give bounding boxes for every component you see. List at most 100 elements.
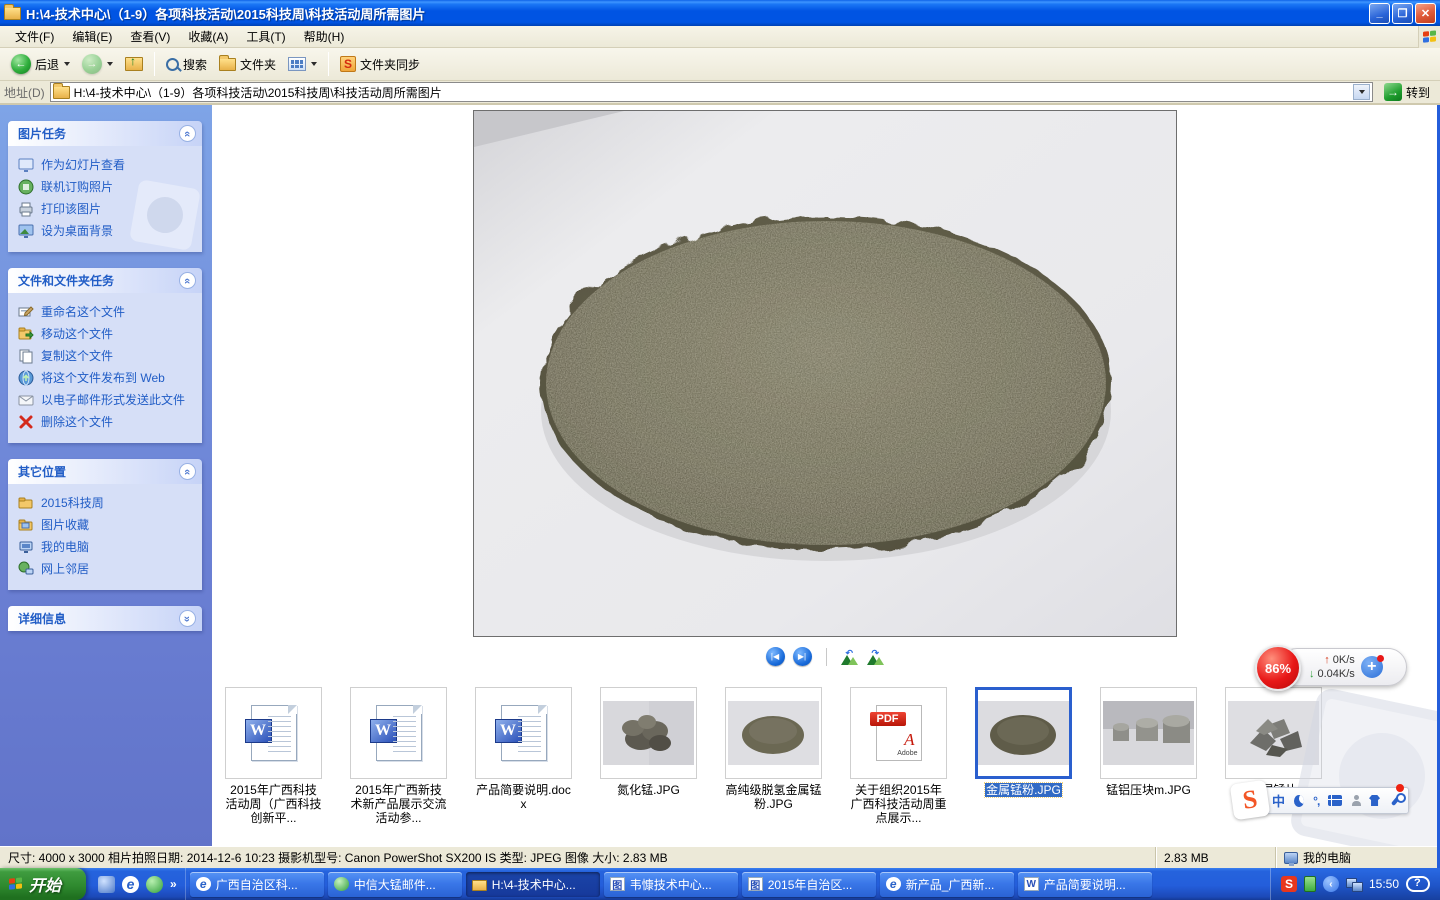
skin-icon[interactable] (1369, 795, 1380, 806)
file-item-photo-cylinders[interactable]: 锰铝压块m.JPG (1100, 687, 1197, 797)
other-places-title: 其它位置 (18, 463, 179, 480)
forward-button[interactable]: → (77, 51, 118, 77)
file-item-doc3[interactable]: W 产品简要说明.docx (475, 687, 572, 811)
file-label[interactable]: 锰铝压块m.JPG (1100, 783, 1197, 797)
sogou-logo-icon[interactable]: S (1230, 780, 1271, 821)
quick-launch-overflow-icon[interactable]: » (170, 877, 177, 891)
sogou-tray-icon[interactable]: S (1281, 876, 1297, 892)
restore-button[interactable]: ❐ (1392, 3, 1413, 24)
menu-help[interactable]: 帮助(H) (295, 25, 354, 48)
preview-image[interactable] (473, 110, 1177, 637)
taskbar-button-word[interactable]: W 产品简要说明... (1018, 872, 1152, 897)
sogou-ime-toolbar[interactable]: S 中 °, (1237, 787, 1409, 814)
clock[interactable]: 15:50 (1369, 877, 1399, 891)
file-label[interactable]: 关于组织2015年广西科技活动周重点展示... (850, 783, 947, 825)
place-network[interactable]: 网上邻居 (16, 558, 196, 580)
place-my-computer[interactable]: 我的电脑 (16, 536, 196, 558)
task-move-file[interactable]: 移动这个文件 (16, 323, 196, 345)
quick-launch-browser-icon[interactable] (146, 876, 163, 893)
usb-device-icon[interactable] (1304, 876, 1316, 892)
task-publish-web[interactable]: 将这个文件发布到 Web (16, 367, 196, 389)
taskbar-button-mail[interactable]: 中信大锰邮件... (328, 872, 462, 897)
search-button[interactable]: 搜索 (161, 53, 212, 76)
accelerate-plus-icon[interactable]: + (1361, 656, 1383, 678)
back-button[interactable]: ← 后退 (6, 51, 75, 77)
picture-tasks-header[interactable]: 图片任务 « (8, 121, 202, 146)
file-item-doc1[interactable]: W 2015年广西科技活动周（广西科技创新平... (225, 687, 322, 825)
settings-wrench-icon[interactable] (1389, 794, 1400, 807)
folder-sync-button[interactable]: S 文件夹同步 (335, 53, 425, 76)
taskbar-button-ie2[interactable]: e 新产品_广西新... (880, 872, 1014, 897)
other-places-header[interactable]: 其它位置 « (8, 459, 202, 484)
speed-monitor-widget[interactable]: 86% ↑0K/s ↓0.04K/s + (1278, 648, 1407, 686)
file-item-photo-powder1[interactable]: 高纯级脱氢金属锰粉.JPG (725, 687, 822, 811)
forward-dropdown-icon[interactable] (107, 62, 113, 66)
taskbar-button-ie1[interactable]: e 广西自治区科... (190, 872, 324, 897)
minimize-button[interactable]: _ (1369, 3, 1390, 24)
task-delete-file[interactable]: 删除这个文件 (16, 411, 196, 433)
slideshow-icon (18, 157, 34, 173)
task-email-file[interactable]: 以电子邮件形式发送此文件 (16, 389, 196, 411)
menu-file[interactable]: 文件(F) (6, 25, 63, 48)
punctuation-icon[interactable]: °, (1313, 794, 1319, 808)
task-rename-file[interactable]: 重命名这个文件 (16, 301, 196, 323)
menu-edit[interactable]: 编辑(E) (63, 25, 121, 48)
up-button[interactable] (120, 54, 148, 74)
menu-favorites[interactable]: 收藏(A) (179, 25, 237, 48)
ime-mode-chinese[interactable]: 中 (1272, 791, 1285, 810)
previous-image-button[interactable]: |◀ (766, 647, 785, 666)
start-button[interactable]: 开始 (0, 868, 86, 900)
back-dropdown-icon[interactable] (64, 62, 70, 66)
file-label[interactable]: 产品简要说明.docx (475, 783, 572, 811)
word-document-icon: W (376, 705, 422, 761)
menu-tools[interactable]: 工具(T) (237, 25, 294, 48)
folders-button[interactable]: 文件夹 (214, 53, 281, 76)
details-header[interactable]: 详细信息 « (8, 606, 202, 631)
expand-chevron-icon[interactable]: « (179, 610, 196, 627)
taskbar-button-doc2[interactable]: 图 2015年自治区... (742, 872, 876, 897)
windows-logo-icon (1418, 26, 1440, 48)
address-value[interactable]: H:\4-技术中心\（1-9）各项科技活动\2015科技周\科技活动周所需图片 (74, 84, 1349, 101)
file-label-selected[interactable]: 金属锰粉.JPG (985, 783, 1062, 797)
memory-percent-badge[interactable]: 86% (1255, 645, 1301, 691)
task-view-slideshow[interactable]: 作为幻灯片查看 (16, 154, 196, 176)
menu-view[interactable]: 查看(V) (121, 25, 179, 48)
fullwidth-moon-icon[interactable] (1294, 795, 1304, 807)
rotate-clockwise-icon[interactable]: ↷ (867, 649, 885, 665)
go-arrow-icon: → (1384, 83, 1402, 101)
network-tray-icon[interactable] (1346, 878, 1362, 891)
address-dropdown-icon[interactable] (1353, 84, 1370, 100)
account-icon[interactable] (1351, 795, 1360, 806)
quick-launch-desktop-icon[interactable] (98, 876, 115, 893)
file-item-doc2[interactable]: W 2015年广西新技术新产品展示交流活动参... (350, 687, 447, 825)
file-item-photo-lumps[interactable]: 氮化锰.JPG (600, 687, 697, 797)
next-image-button[interactable]: ▶| (793, 647, 812, 666)
go-button[interactable]: → 转到 (1378, 82, 1436, 102)
quick-launch-ie-icon[interactable]: e (122, 876, 139, 893)
task-copy-file[interactable]: 复制这个文件 (16, 345, 196, 367)
file-item-selected-powder[interactable]: 金属锰粉.JPG (975, 687, 1072, 799)
taskbar-button-doc1[interactable]: 图 韦慷技术中心... (604, 872, 738, 897)
hide-icons-chevron[interactable]: ‹ (1323, 876, 1339, 892)
views-button[interactable] (283, 54, 322, 74)
file-tasks-header[interactable]: 文件和文件夹任务 « (8, 268, 202, 293)
collapse-chevron-icon[interactable]: « (179, 125, 196, 142)
close-button[interactable]: ✕ (1415, 3, 1436, 24)
file-label[interactable]: 2015年广西新技术新产品展示交流活动参... (350, 783, 447, 825)
file-label[interactable]: 2015年广西科技活动周（广西科技创新平... (225, 783, 322, 825)
file-label[interactable]: 氮化锰.JPG (600, 783, 697, 797)
soft-keyboard-icon[interactable] (1328, 795, 1342, 806)
views-icon (288, 57, 306, 71)
collapse-chevron-icon[interactable]: « (179, 272, 196, 289)
place-parent-folder[interactable]: 2015科技周 (16, 492, 196, 514)
place-my-pictures[interactable]: 图片收藏 (16, 514, 196, 536)
title-bar[interactable]: H:\4-技术中心\（1-9）各项科技活动\2015科技周\科技活动周所需图片 … (0, 0, 1440, 26)
taskbar-button-explorer-active[interactable]: H:\4-技术中心... (466, 872, 600, 897)
cloud-help-icon[interactable] (1406, 876, 1430, 892)
file-label[interactable]: 高纯级脱氢金属锰粉.JPG (725, 783, 822, 811)
file-item-pdf[interactable]: PDFAAdobe 关于组织2015年广西科技活动周重点展示... (850, 687, 947, 825)
address-input[interactable]: H:\4-技术中心\（1-9）各项科技活动\2015科技周\科技活动周所需图片 (50, 82, 1373, 102)
collapse-chevron-icon[interactable]: « (179, 463, 196, 480)
views-dropdown-icon[interactable] (311, 62, 317, 66)
rotate-counterclockwise-icon[interactable]: ↶ (841, 649, 859, 665)
